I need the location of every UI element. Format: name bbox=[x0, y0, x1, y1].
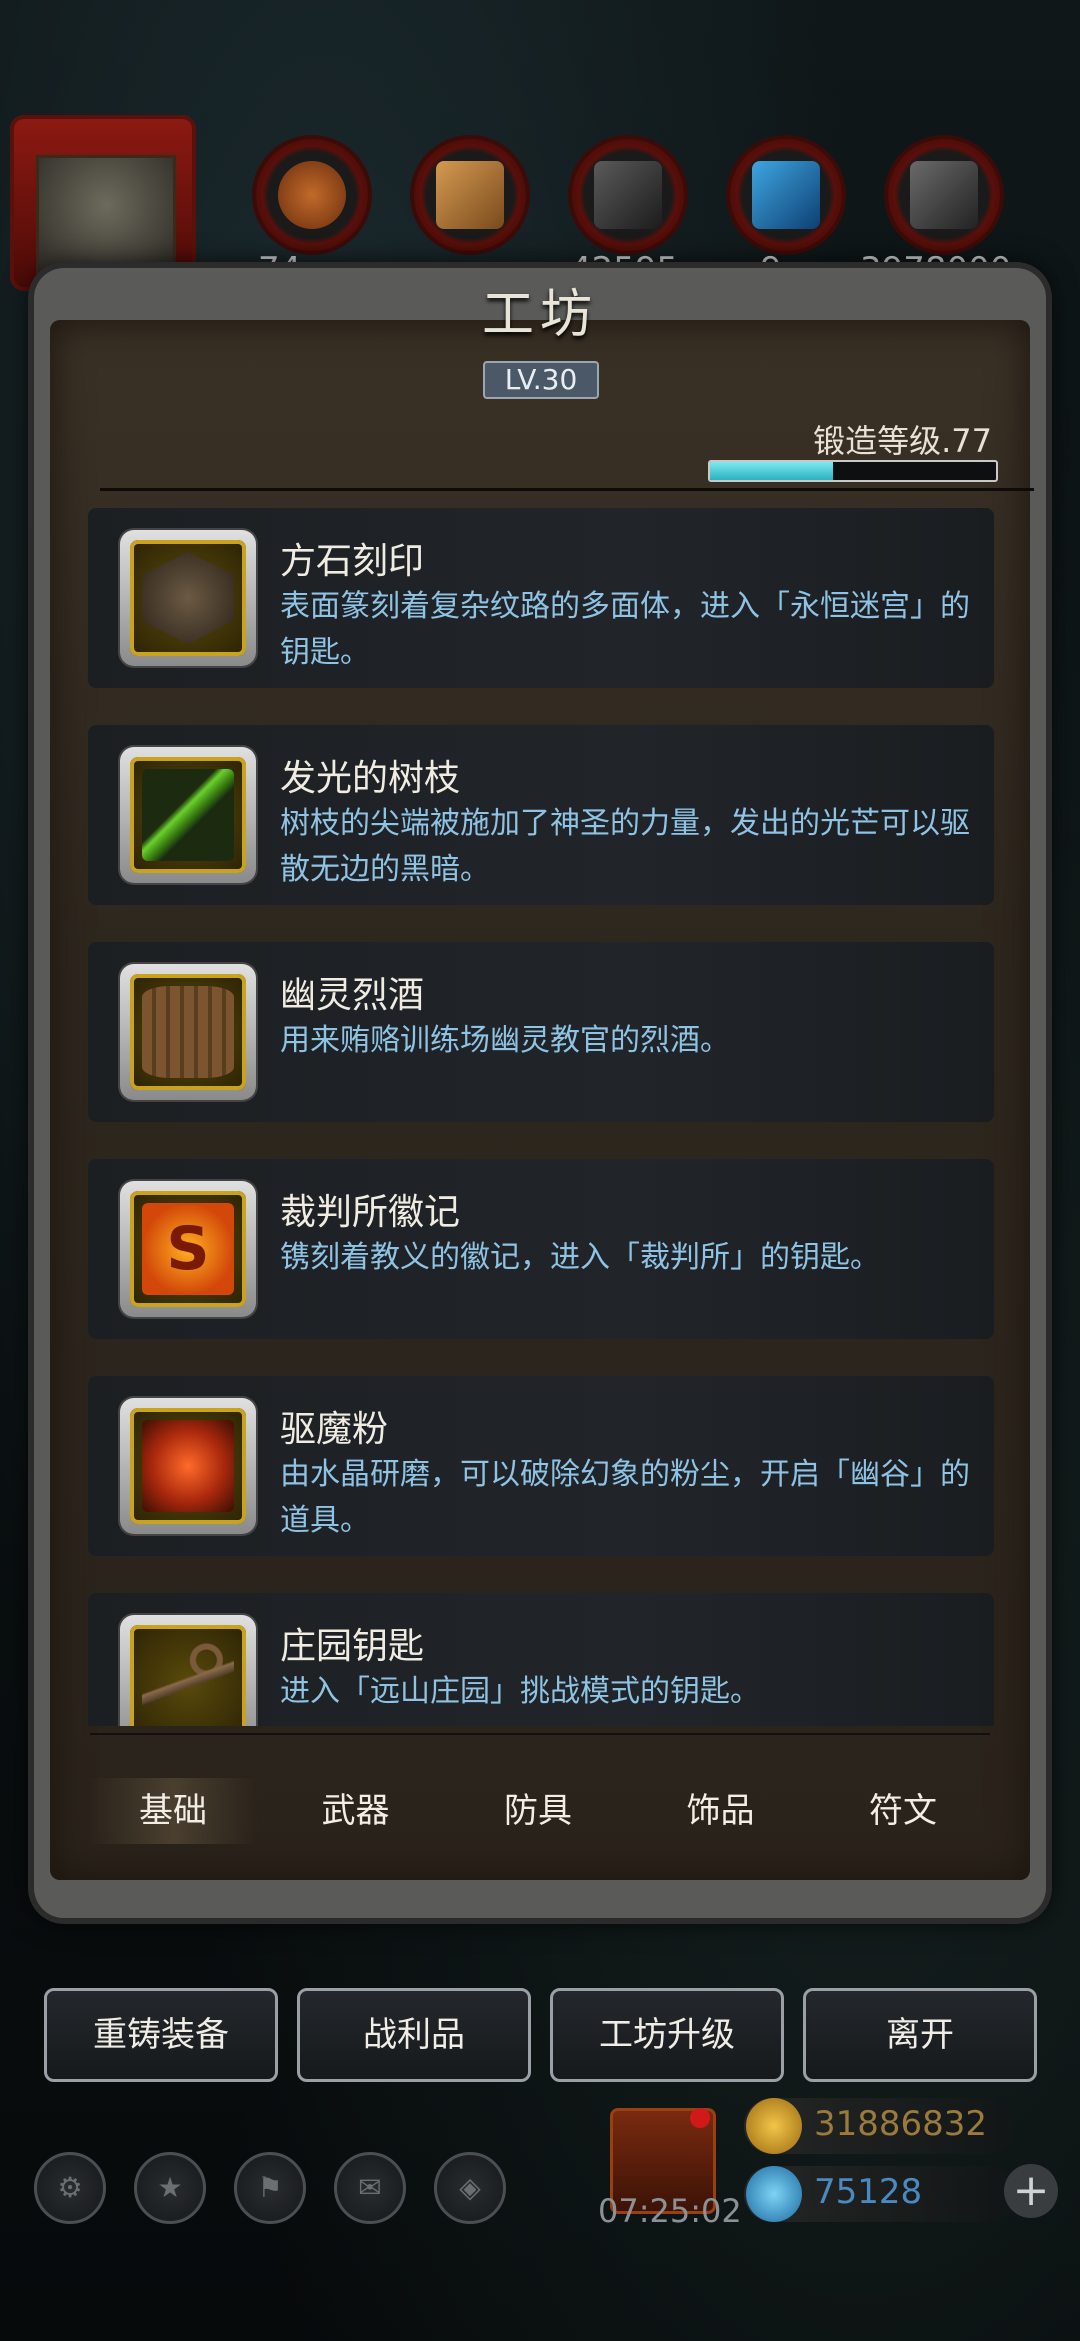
guild-icon[interactable]: ⚑ bbox=[234, 2152, 306, 2224]
gem-icon bbox=[746, 2166, 802, 2222]
list-item[interactable]: 方石刻印 表面篆刻着复杂纹路的多面体，进入「永恒迷宫」的钥匙。 bbox=[88, 508, 994, 688]
item-name: 发光的树枝 bbox=[280, 758, 461, 799]
leave-button[interactable]: 离开 bbox=[803, 1988, 1037, 2082]
achievement-icon[interactable]: ★ bbox=[134, 2152, 206, 2224]
emblem-icon: S bbox=[142, 1203, 234, 1295]
forge-progress-bar bbox=[708, 460, 998, 482]
list-item[interactable]: 庄园钥匙 进入「远山庄园」挑战模式的钥匙。 bbox=[88, 1593, 994, 1726]
gold-amount: 31886832 bbox=[814, 2104, 988, 2144]
tab-accessories[interactable]: 饰品 bbox=[636, 1778, 806, 1844]
item-name: 裁判所徽记 bbox=[280, 1192, 461, 1233]
tab-runes[interactable]: 符文 bbox=[818, 1778, 988, 1844]
powder-icon bbox=[142, 1420, 234, 1512]
reforge-button[interactable]: 重铸装备 bbox=[44, 1988, 278, 2082]
list-item[interactable]: S 裁判所徽记 镌刻着教义的徽记，进入「裁判所」的钥匙。 bbox=[88, 1159, 994, 1339]
crystal-icon bbox=[726, 135, 846, 255]
panel-title: 工坊 bbox=[481, 285, 598, 345]
meat-icon bbox=[252, 135, 372, 255]
list-item[interactable]: 驱魔粉 由水晶研磨，可以破除幻象的粉尘，开启「幽谷」的道具。 bbox=[88, 1376, 994, 1556]
add-gems-button[interactable]: + bbox=[1004, 2164, 1058, 2218]
item-slot bbox=[120, 530, 256, 666]
forge-progress-fill bbox=[710, 462, 833, 480]
list-item[interactable]: 幽灵烈酒 用来贿赂训练场幽灵教官的烈酒。 bbox=[88, 942, 994, 1122]
gem-amount: 75128 bbox=[814, 2172, 923, 2212]
item-slot: S bbox=[120, 1181, 256, 1317]
item-description: 用来贿赂训练场幽灵教官的烈酒。 bbox=[280, 1023, 730, 1058]
item-description: 进入「远山庄园」挑战模式的钥匙。 bbox=[280, 1674, 760, 1709]
iron-icon bbox=[568, 135, 688, 255]
tab-basic[interactable]: 基础 bbox=[88, 1778, 258, 1844]
item-description: 镌刻着教义的徽记，进入「裁判所」的钥匙。 bbox=[280, 1240, 880, 1275]
upgrade-workshop-button[interactable]: 工坊升级 bbox=[550, 1988, 784, 2082]
stone-icon bbox=[884, 135, 1004, 255]
item-name: 驱魔粉 bbox=[280, 1409, 389, 1450]
event-timer: 07:25:02 bbox=[598, 2192, 742, 2230]
category-tabs: 基础 武器 防具 饰品 符文 bbox=[88, 1778, 988, 1844]
item-slot bbox=[120, 1615, 256, 1726]
forge-level-label: 锻造等级.77 bbox=[813, 422, 992, 460]
item-description: 表面篆刻着复杂纹路的多面体，进入「永恒迷宫」的钥匙。 bbox=[280, 589, 970, 670]
item-slot bbox=[120, 1398, 256, 1534]
gold-coin-icon bbox=[746, 2098, 802, 2154]
mail-icon[interactable]: ✉ bbox=[334, 2152, 406, 2224]
item-name: 庄园钥匙 bbox=[280, 1626, 425, 1667]
panel-title-plate: 工坊 bbox=[390, 272, 690, 352]
notification-badge bbox=[690, 2108, 710, 2128]
wood-icon bbox=[410, 135, 530, 255]
item-list[interactable]: 方石刻印 表面篆刻着复杂纹路的多面体，进入「永恒迷宫」的钥匙。 发光的树枝 树枝… bbox=[88, 508, 994, 1726]
loot-button[interactable]: 战利品 bbox=[297, 1988, 531, 2082]
item-name: 幽灵烈酒 bbox=[280, 975, 425, 1016]
item-name: 方石刻印 bbox=[280, 541, 425, 582]
item-slot bbox=[120, 964, 256, 1100]
list-divider bbox=[90, 1733, 990, 1735]
header-divider bbox=[100, 488, 1034, 491]
map-icon[interactable]: ◈ bbox=[434, 2152, 506, 2224]
avatar-portrait bbox=[36, 155, 176, 279]
item-description: 由水晶研磨，可以破除幻象的粉尘，开启「幽谷」的道具。 bbox=[280, 1457, 970, 1538]
glowing-branch-icon bbox=[142, 769, 234, 861]
item-description: 树枝的尖端被施加了神圣的力量，发出的光芒可以驱散无边的黑暗。 bbox=[280, 806, 970, 887]
player-avatar[interactable] bbox=[10, 115, 196, 291]
barrel-icon bbox=[142, 986, 234, 1078]
key-icon bbox=[142, 1637, 234, 1726]
tab-weapons[interactable]: 武器 bbox=[271, 1778, 441, 1844]
item-slot bbox=[120, 747, 256, 883]
workshop-level-badge: LV.30 bbox=[483, 361, 599, 399]
settings-icon[interactable]: ⚙ bbox=[34, 2152, 106, 2224]
tab-armor[interactable]: 防具 bbox=[453, 1778, 623, 1844]
list-item[interactable]: 发光的树枝 树枝的尖端被施加了神圣的力量，发出的光芒可以驱散无边的黑暗。 bbox=[88, 725, 994, 905]
